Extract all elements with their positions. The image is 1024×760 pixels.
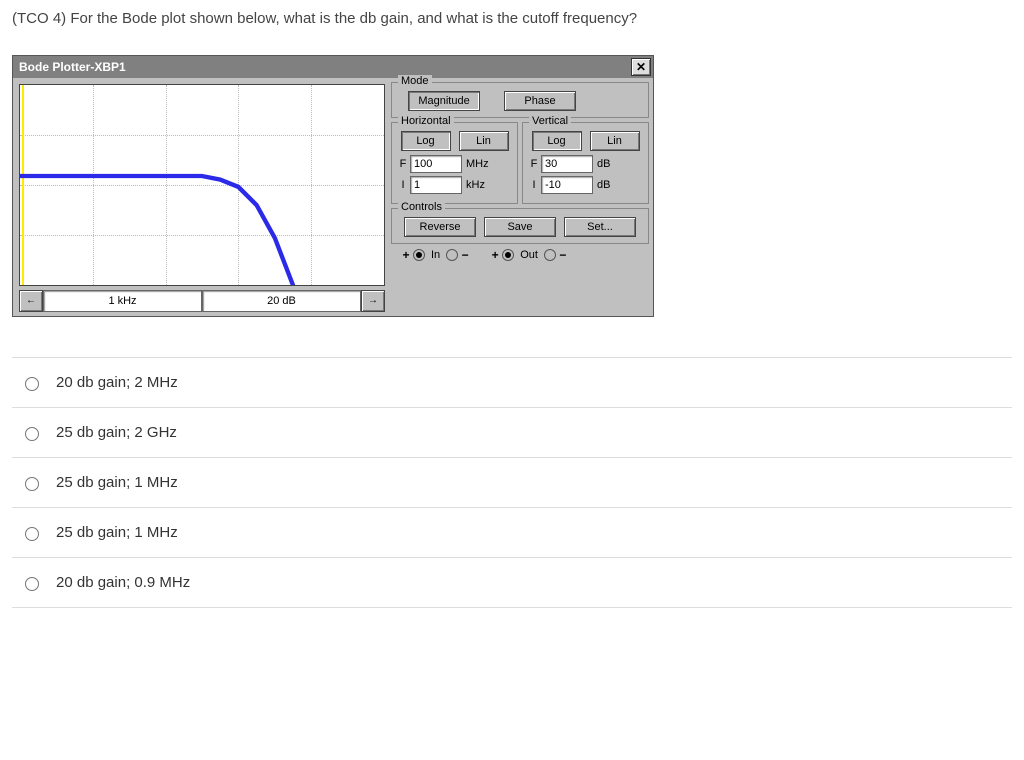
magnitude-button[interactable]: Magnitude xyxy=(408,91,480,111)
bode-curve xyxy=(20,85,384,286)
vertical-label: Vertical xyxy=(529,115,571,127)
bode-plotter-window: Bode Plotter-XBP1 ✕ ← xyxy=(12,55,654,317)
answer-radio[interactable] xyxy=(25,427,39,441)
v-lin-button[interactable]: Lin xyxy=(590,131,640,151)
out-plus-radio[interactable] xyxy=(502,249,514,261)
window-title: Bode Plotter-XBP1 xyxy=(19,60,126,74)
answer-text: 25 db gain; 2 GHz xyxy=(56,424,177,441)
reverse-button[interactable]: Reverse xyxy=(404,217,476,237)
h-log-button[interactable]: Log xyxy=(401,131,451,151)
answer-option[interactable]: 20 db gain; 0.9 MHz xyxy=(12,558,1012,608)
answer-text: 25 db gain; 1 MHz xyxy=(56,524,178,541)
in-minus-icon: − xyxy=(460,248,470,262)
mode-group: Mode Magnitude Phase xyxy=(391,82,649,118)
mode-label: Mode xyxy=(398,75,432,87)
arrow-left-icon: ← xyxy=(26,296,36,306)
answer-radio[interactable] xyxy=(25,527,39,541)
phase-button[interactable]: Phase xyxy=(504,91,576,111)
v-f-label: F xyxy=(529,158,539,170)
cursor-left-button[interactable]: ← xyxy=(19,290,43,312)
save-button[interactable]: Save xyxy=(484,217,556,237)
set-button[interactable]: Set... xyxy=(564,217,636,237)
v-log-button[interactable]: Log xyxy=(532,131,582,151)
arrow-right-icon: → xyxy=(368,296,378,306)
h-i-value[interactable]: 1 xyxy=(410,176,462,194)
answer-option[interactable]: 25 db gain; 1 MHz xyxy=(12,508,1012,558)
answer-radio[interactable] xyxy=(25,577,39,591)
cursor-right-button[interactable]: → xyxy=(361,290,385,312)
h-f-label: F xyxy=(398,158,408,170)
io-row: + In − + Out − xyxy=(391,248,649,262)
v-i-unit: dB xyxy=(595,179,625,191)
answer-text: 25 db gain; 1 MHz xyxy=(56,474,178,491)
h-i-unit: kHz xyxy=(464,179,494,191)
answer-radio[interactable] xyxy=(25,377,39,391)
h-i-label: I xyxy=(398,179,408,191)
answer-list: 20 db gain; 2 MHz 25 db gain; 2 GHz 25 d… xyxy=(12,357,1012,608)
in-label: In xyxy=(431,249,440,261)
out-plus-icon: + xyxy=(490,248,500,262)
answer-text: 20 db gain; 2 MHz xyxy=(56,374,178,391)
readout-gain: 20 dB xyxy=(202,290,361,312)
in-minus-radio[interactable] xyxy=(446,249,458,261)
controls-group: Controls Reverse Save Set... xyxy=(391,208,649,244)
vertical-group: Vertical Log Lin F 30 dB I -10 dB xyxy=(522,122,649,204)
close-icon: ✕ xyxy=(636,61,646,73)
plot-box[interactable] xyxy=(19,84,385,286)
answer-radio[interactable] xyxy=(25,477,39,491)
out-minus-radio[interactable] xyxy=(544,249,556,261)
v-i-label: I xyxy=(529,179,539,191)
close-button[interactable]: ✕ xyxy=(631,58,651,76)
horizontal-group: Horizontal Log Lin F 100 MHz I 1 kHz xyxy=(391,122,518,204)
answer-text: 20 db gain; 0.9 MHz xyxy=(56,574,190,591)
horizontal-label: Horizontal xyxy=(398,115,454,127)
control-panel: Mode Magnitude Phase Horizontal Log Lin … xyxy=(391,82,649,312)
h-lin-button[interactable]: Lin xyxy=(459,131,509,151)
out-minus-icon: − xyxy=(558,248,568,262)
question-text: (TCO 4) For the Bode plot shown below, w… xyxy=(12,8,1012,31)
h-f-value[interactable]: 100 xyxy=(410,155,462,173)
in-plus-icon: + xyxy=(401,248,411,262)
controls-label: Controls xyxy=(398,201,445,213)
v-f-value[interactable]: 30 xyxy=(541,155,593,173)
in-plus-radio[interactable] xyxy=(413,249,425,261)
plot-area: ← 1 kHz 20 dB → xyxy=(17,82,387,312)
title-bar: Bode Plotter-XBP1 ✕ xyxy=(13,56,653,78)
readout-row: ← 1 kHz 20 dB → xyxy=(19,290,385,312)
answer-option[interactable]: 25 db gain; 2 GHz xyxy=(12,408,1012,458)
answer-option[interactable]: 25 db gain; 1 MHz xyxy=(12,458,1012,508)
h-f-unit: MHz xyxy=(464,158,494,170)
out-label: Out xyxy=(520,249,538,261)
readout-frequency: 1 kHz xyxy=(43,290,202,312)
v-f-unit: dB xyxy=(595,158,625,170)
v-i-value[interactable]: -10 xyxy=(541,176,593,194)
answer-option[interactable]: 20 db gain; 2 MHz xyxy=(12,358,1012,408)
